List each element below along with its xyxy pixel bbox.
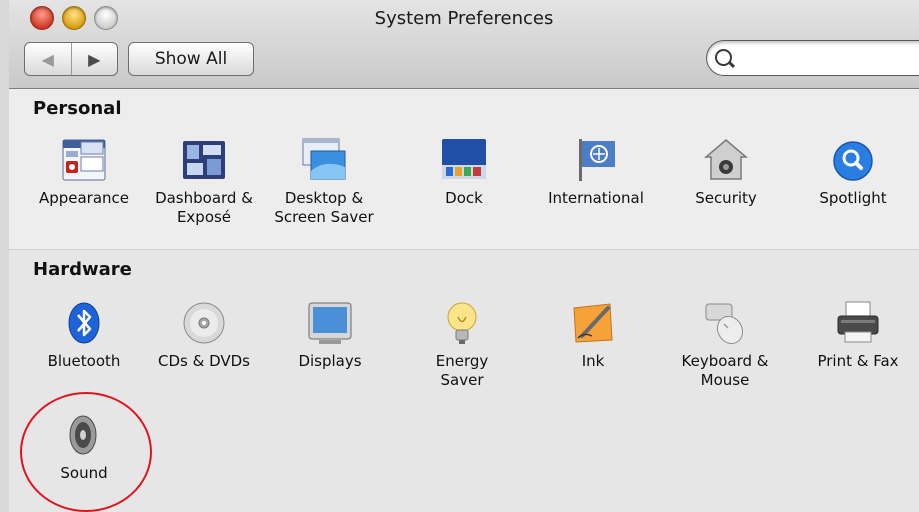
pane-label: Energy Saver — [435, 352, 489, 389]
desktop-icon — [301, 137, 347, 183]
dashboard-icon — [181, 137, 227, 183]
display-icon — [307, 300, 353, 346]
pane-label: Ink — [581, 352, 605, 370]
personal-section: Personal Appearance Dashboard & Exposé D… — [9, 89, 919, 250]
forward-arrow-icon[interactable]: ▶ — [72, 43, 118, 75]
pane-label: Dock — [445, 189, 483, 207]
search-icon — [715, 49, 732, 66]
system-preferences-window: System Preferences ◀ ▶ Show All Personal — [0, 0, 919, 512]
printer-icon — [835, 300, 881, 346]
pane-label: International — [548, 189, 644, 207]
pane-label: Bluetooth — [47, 352, 121, 370]
pane-label: Dashboard & Exposé — [155, 189, 253, 226]
pane-dock[interactable]: Dock — [406, 137, 522, 208]
spotlight-icon — [830, 137, 876, 183]
pane-label: Appearance — [38, 189, 130, 207]
pane-label: Print & Fax — [817, 352, 899, 370]
ink-pen-icon — [570, 300, 616, 346]
pane-appearance[interactable]: Appearance — [26, 137, 142, 208]
pane-label: Spotlight — [819, 189, 887, 207]
section-title-hardware: Hardware — [33, 259, 132, 280]
section-title-personal: Personal — [33, 98, 122, 119]
pane-desktop-screen-saver[interactable]: Desktop & Screen Saver — [266, 137, 382, 227]
red-circle-highlight — [20, 392, 152, 512]
pane-label: Desktop & Screen Saver — [274, 189, 374, 226]
pane-keyboard-mouse[interactable]: Keyboard & Mouse — [667, 300, 783, 390]
show-all-button[interactable]: Show All — [128, 42, 254, 76]
toolbar: System Preferences ◀ ▶ Show All — [9, 0, 919, 89]
pane-dashboard-expose[interactable]: Dashboard & Exposé — [146, 137, 262, 227]
pane-label: Keyboard & Mouse — [681, 352, 769, 389]
dock-icon — [441, 137, 487, 183]
pane-label: Security — [695, 189, 757, 207]
back-forward-control: ◀ ▶ — [24, 42, 118, 76]
cd-dvd-icon — [181, 300, 227, 346]
appearance-icon — [61, 137, 107, 183]
search-input[interactable] — [739, 47, 919, 69]
pane-ink[interactable]: Ink — [535, 300, 651, 371]
back-arrow-icon[interactable]: ◀ — [25, 43, 72, 75]
pane-displays[interactable]: Displays — [272, 300, 388, 371]
window-title: System Preferences — [374, 8, 554, 29]
international-flag-icon — [573, 137, 619, 183]
pane-security[interactable]: Security — [668, 137, 784, 208]
lightbulb-icon — [439, 300, 485, 346]
bluetooth-icon — [61, 300, 107, 346]
pane-label: CDs & DVDs — [158, 352, 250, 370]
pane-label: Displays — [298, 352, 362, 370]
search-field[interactable] — [706, 40, 919, 76]
pane-energy-saver[interactable]: Energy Saver — [404, 300, 520, 390]
security-house-icon — [703, 137, 749, 183]
pane-cds-dvds[interactable]: CDs & DVDs — [146, 300, 262, 371]
keyboard-mouse-icon — [702, 300, 748, 346]
pane-bluetooth[interactable]: Bluetooth — [26, 300, 142, 371]
pane-spotlight[interactable]: Spotlight — [795, 137, 911, 208]
pane-print-fax[interactable]: Print & Fax — [800, 300, 916, 371]
pane-international[interactable]: International — [538, 137, 654, 208]
